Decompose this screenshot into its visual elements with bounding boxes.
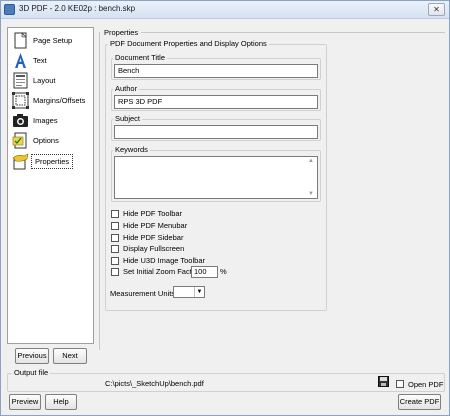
- nav-label: Page Setup: [33, 36, 73, 45]
- title-bar: 3D PDF - 2.0 KE02p : bench.skp ✕: [1, 1, 449, 19]
- open-pdf-label: Open PDF: [408, 380, 444, 389]
- layout-icon: [13, 72, 28, 89]
- nav-item-text[interactable]: Text: [10, 51, 92, 70]
- keywords-label: Keywords: [113, 145, 150, 154]
- checkbox-box[interactable]: [111, 257, 119, 265]
- checkbox-label: Hide PDF Sidebar: [123, 233, 184, 242]
- nav-label: Images: [33, 116, 58, 125]
- scroll-down-icon[interactable]: ▼: [307, 191, 315, 197]
- window-title: 3D PDF - 2.0 KE02p : bench.skp: [19, 4, 136, 13]
- next-button[interactable]: Next: [53, 348, 87, 364]
- nav-item-page-setup[interactable]: Page Setup: [10, 31, 92, 50]
- document-title-label: Document Title: [113, 53, 168, 62]
- output-path: C:\picts\_SketchUp\bench.pdf: [105, 379, 204, 388]
- page-setup-icon: [14, 32, 27, 49]
- checkbox-box[interactable]: [111, 222, 119, 230]
- margins-icon: [12, 92, 29, 109]
- section-divider: [141, 32, 445, 33]
- properties-section-label: Properties: [104, 28, 139, 37]
- help-button[interactable]: Help: [45, 394, 77, 410]
- checkbox-box[interactable]: [111, 245, 119, 253]
- output-file-label: Output file: [12, 368, 51, 377]
- keywords-textarea[interactable]: ▲ ▼: [114, 156, 318, 199]
- app-window: 3D PDF - 2.0 KE02p : bench.skp ✕ Page Se…: [0, 0, 450, 416]
- measurement-units-label: Measurement Units: [110, 289, 176, 298]
- nav-label: Text: [33, 56, 47, 65]
- measurement-units-select[interactable]: ▼: [173, 286, 205, 298]
- nav-panel: Page Setup Text Layout Margins/Offsets I…: [7, 27, 94, 344]
- text-icon: [15, 53, 26, 68]
- checkbox-label: Hide PDF Toolbar: [123, 209, 183, 218]
- pdf-properties-group-title: PDF Document Properties and Display Opti…: [108, 39, 269, 48]
- app-icon: [4, 4, 15, 15]
- previous-button[interactable]: Previous: [15, 348, 49, 364]
- preview-button[interactable]: Preview: [9, 394, 41, 410]
- nav-item-options[interactable]: Options: [10, 131, 92, 150]
- author-field[interactable]: RPS 3D PDF: [114, 95, 318, 109]
- camera-icon: [13, 114, 28, 127]
- checkbox-box[interactable]: [111, 234, 119, 242]
- create-pdf-button[interactable]: Create PDF: [398, 394, 441, 410]
- zoom-unit: %: [220, 267, 227, 276]
- nav-item-layout[interactable]: Layout: [10, 71, 92, 90]
- nav-label: Properties: [31, 154, 74, 169]
- checkbox-box[interactable]: [111, 268, 119, 276]
- open-pdf-checkbox[interactable]: [396, 380, 404, 388]
- checkbox-box[interactable]: [111, 210, 119, 218]
- document-title-field[interactable]: Bench: [114, 64, 318, 78]
- subject-label: Subject: [113, 114, 143, 123]
- options-icon: [12, 132, 27, 149]
- checkbox-label: Hide U3D Image Toolbar: [123, 256, 205, 265]
- nav-item-properties[interactable]: Properties: [10, 152, 92, 171]
- nav-label: Options: [33, 136, 59, 145]
- nav-label: Margins/Offsets: [33, 96, 86, 105]
- scroll-up-icon[interactable]: ▲: [307, 158, 315, 164]
- properties-icon: [12, 153, 29, 170]
- nav-label: Layout: [33, 76, 56, 85]
- checkbox-label: Hide PDF Menubar: [123, 221, 188, 230]
- section-divider-vertical: [99, 32, 100, 350]
- chevron-down-icon[interactable]: ▼: [194, 287, 204, 297]
- nav-item-images[interactable]: Images: [10, 111, 92, 130]
- close-button[interactable]: ✕: [428, 3, 445, 16]
- save-disk-icon[interactable]: [378, 376, 389, 387]
- checkbox-label: Display Fullscreen: [123, 244, 185, 253]
- nav-item-margins[interactable]: Margins/Offsets: [10, 91, 92, 110]
- author-label: Author: [113, 84, 140, 93]
- zoom-factor-field[interactable]: 100: [191, 266, 218, 278]
- checkbox-label: Set Initial Zoom Factor: [123, 267, 199, 276]
- subject-field[interactable]: [114, 125, 318, 139]
